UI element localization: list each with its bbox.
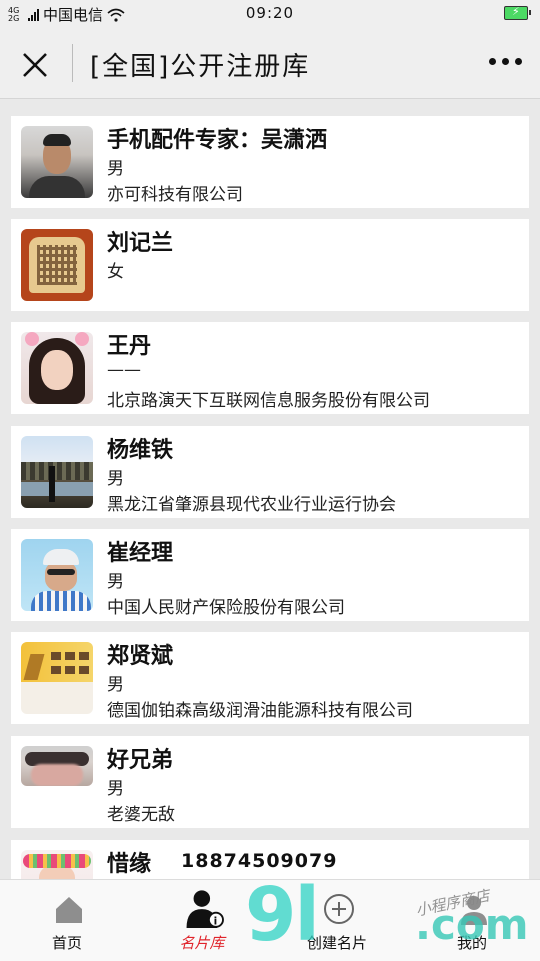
card-company: 亦可科技有限公司 xyxy=(107,185,243,205)
card-gender: —— xyxy=(107,360,141,380)
card-gender: 女 xyxy=(107,262,124,282)
nav-bar: [全国]公开注册库 xyxy=(0,28,540,99)
business-card[interactable]: 刘记兰 女 xyxy=(11,219,529,311)
avatar xyxy=(21,332,93,404)
tab-mine[interactable]: 我的 xyxy=(417,880,527,961)
tab-create-card[interactable]: 创建名片 xyxy=(282,880,392,961)
close-icon[interactable] xyxy=(20,50,50,80)
battery-icon: ⚡ xyxy=(504,5,531,20)
business-person-icon: i xyxy=(186,890,224,928)
tab-label: 首页 xyxy=(51,934,82,952)
card-phone: 18874509079 xyxy=(181,850,338,872)
avatar xyxy=(21,850,93,879)
avatar xyxy=(21,746,93,786)
nav-divider xyxy=(72,44,73,82)
business-card[interactable]: 手机配件专家：吴潇洒 男 亦可科技有限公司 xyxy=(11,116,529,208)
card-name: 刘记兰 xyxy=(107,231,174,256)
avatar xyxy=(21,126,93,198)
clock: 09:20 xyxy=(245,4,295,22)
tab-label: 创建名片 xyxy=(306,934,367,952)
business-card[interactable]: 郑贤斌 男 德国伽铂森高级润滑油能源科技有限公司 xyxy=(11,632,529,724)
card-name: 王丹 xyxy=(107,334,152,359)
tab-label: 我的 xyxy=(456,934,487,952)
avatar xyxy=(21,229,93,301)
card-name: 郑贤斌 xyxy=(107,644,174,669)
add-circle-icon xyxy=(324,894,354,924)
user-icon xyxy=(461,896,487,925)
status-bar: 4G 2G 中国电信 09:20 ⚡ xyxy=(0,0,540,28)
svg-text:i: i xyxy=(214,915,218,927)
card-gender: 男 xyxy=(107,675,124,695)
home-icon xyxy=(56,897,82,923)
card-company: 北京路演天下互联网信息服务股份有限公司 xyxy=(107,391,430,411)
avatar xyxy=(21,642,93,714)
avatar xyxy=(21,436,93,508)
more-dots-icon[interactable] xyxy=(489,58,522,65)
card-name: 杨维铁 xyxy=(107,438,174,463)
card-name: 手机配件专家：吴潇洒 xyxy=(107,128,328,153)
business-card[interactable]: 王丹 —— 北京路演天下互联网信息服务股份有限公司 xyxy=(11,322,529,414)
card-gender: 男 xyxy=(107,572,124,592)
business-card[interactable]: 杨维铁 男 黑龙江省肇源县现代农业行业运行协会 xyxy=(11,426,529,518)
card-gender: 男 xyxy=(107,469,124,489)
business-card[interactable]: 好兄弟 男 老婆无敌 xyxy=(11,736,529,828)
card-gender: 男 xyxy=(107,159,124,179)
card-company: 老婆无敌 xyxy=(107,805,175,825)
card-company: 德国伽铂森高级润滑油能源科技有限公司 xyxy=(107,701,413,721)
tab-home[interactable]: 首页 xyxy=(12,880,122,961)
card-gender: 男 xyxy=(107,779,124,799)
card-name: 好兄弟 xyxy=(107,748,174,773)
card-company: 中国人民财产保险股份有限公司 xyxy=(107,598,345,618)
tab-bar: 首页 i 名片库 创建名片 我的 xyxy=(0,879,540,961)
business-card[interactable]: 崔经理 男 中国人民财产保险股份有限公司 xyxy=(11,529,529,621)
tab-card-library[interactable]: i 名片库 xyxy=(147,880,257,961)
card-name: 惜缘 xyxy=(107,852,152,877)
business-card[interactable]: 惜缘 18874509079 xyxy=(11,840,529,879)
page-title: [全国]公开注册库 xyxy=(90,52,311,82)
card-list[interactable]: 手机配件专家：吴潇洒 男 亦可科技有限公司 刘记兰 女 王丹 —— 北京路演天下… xyxy=(0,99,540,879)
card-name: 崔经理 xyxy=(107,541,174,566)
card-company: 黑龙江省肇源县现代农业行业运行协会 xyxy=(107,495,396,515)
tab-label: 名片库 xyxy=(179,934,225,952)
avatar xyxy=(21,539,93,611)
